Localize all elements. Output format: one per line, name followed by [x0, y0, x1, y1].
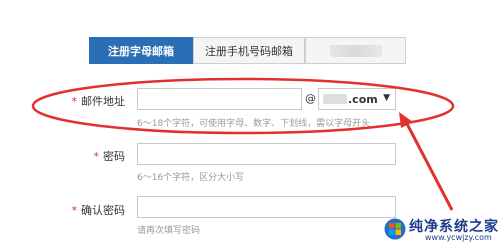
annotation-arrow-head [399, 112, 413, 128]
blurred-domain [323, 94, 347, 104]
blurred-tab-label [329, 44, 382, 57]
chevron-down-icon: ▼ [383, 93, 390, 103]
email-input[interactable] [137, 88, 302, 110]
password-hint: 6～16个字符，区分大小写 [137, 173, 245, 183]
confirm-password-hint: 请再次填写密码 [137, 226, 201, 236]
tab-register-letter-email[interactable]: 注册字母邮箱 [89, 37, 193, 64]
email-label: * 邮件地址 [71, 95, 126, 108]
at-sign: @ [305, 92, 316, 105]
email-hint: 6～18个字符，可使用字母、数字、下划线，需以字母开头 [137, 119, 371, 129]
email-domain-select[interactable]: .com ▼ [318, 88, 396, 110]
confirm-password-input[interactable] [137, 196, 396, 218]
confirm-password-label: * 确认密码 [71, 204, 126, 217]
password-input[interactable] [137, 143, 396, 165]
watermark-url: www.ycwjzy.com [425, 233, 492, 242]
password-label: * 密码 [93, 150, 126, 163]
required-mark: * [93, 150, 100, 163]
tab-register-blurred[interactable] [305, 37, 406, 64]
annotation-arrow-shaft [403, 119, 454, 211]
required-mark: * [71, 95, 78, 108]
windows-logo-icon [384, 218, 406, 240]
domain-suffix: .com [348, 92, 378, 106]
tab-register-mobile-email[interactable]: 注册手机号码邮箱 [193, 37, 305, 64]
required-mark: * [71, 204, 78, 217]
